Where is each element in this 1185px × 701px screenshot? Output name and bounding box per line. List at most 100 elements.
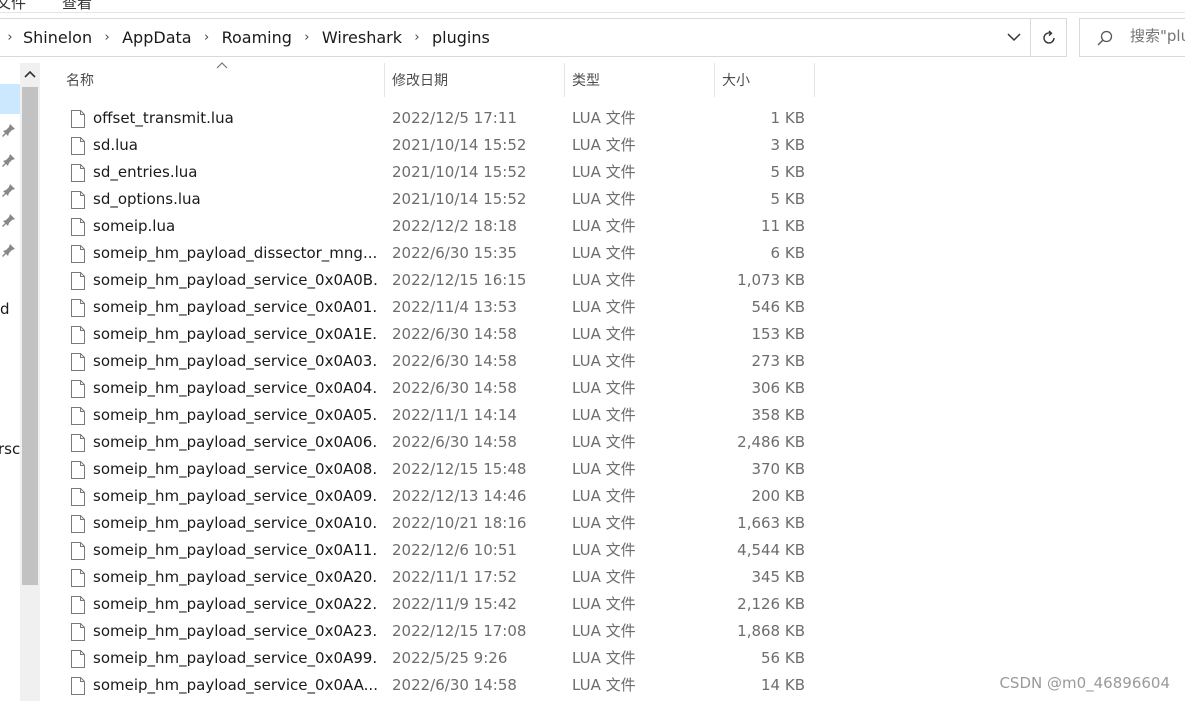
nav-selected-item[interactable]	[0, 84, 20, 114]
file-row[interactable]: someip_hm_payload_service_0x0A22... 2022/…	[60, 591, 820, 618]
file-modified-date: 2021/10/14 15:52	[392, 136, 527, 154]
file-row[interactable]: someip_hm_payload_service_0x0A23... 2022/…	[60, 618, 820, 645]
file-row[interactable]: someip_hm_payload_service_0x0A05... 2022/…	[60, 402, 820, 429]
address-history-button[interactable]	[998, 19, 1030, 56]
file-modified-date: 2022/12/15 17:08	[392, 622, 527, 640]
nav-item-label[interactable]: rsc	[0, 440, 20, 458]
watermark: CSDN @m0_46896604	[999, 674, 1170, 692]
refresh-button[interactable]	[1030, 19, 1066, 56]
menu-item-file[interactable]: 文件	[0, 0, 26, 12]
file-type: LUA 文件	[572, 217, 636, 235]
chevron-right-icon[interactable]: ›	[295, 19, 319, 56]
breadcrumb-item[interactable]: AppData	[119, 28, 194, 47]
chevron-down-icon	[1007, 33, 1021, 42]
column-divider[interactable]	[384, 63, 385, 97]
file-size: 1,868 KB	[737, 622, 805, 640]
breadcrumb-item[interactable]: Wireshark	[319, 28, 405, 47]
file-size: 6 KB	[770, 244, 805, 262]
scroll-thumb[interactable]	[22, 87, 38, 585]
file-row[interactable]: sd_entries.lua 2021/10/14 15:52 LUA 文件 5 KB	[60, 159, 820, 186]
file-modified-date: 2021/10/14 15:52	[392, 190, 527, 208]
file-row[interactable]: someip.lua 2022/12/2 18:18 LUA 文件 11 KB	[60, 213, 820, 240]
file-row[interactable]: someip_hm_payload_service_0x0A20... 2022/…	[60, 564, 820, 591]
column-header-name[interactable]: 名称	[66, 63, 384, 97]
column-divider[interactable]	[564, 63, 565, 97]
chevron-right-icon[interactable]: ›	[0, 19, 20, 56]
search-icon	[1097, 30, 1113, 46]
file-row[interactable]: someip_hm_payload_service_0x0A11... 2022/…	[60, 537, 820, 564]
file-row[interactable]: someip_hm_payload_service_0x0A04... 2022/…	[60, 375, 820, 402]
file-modified-date: 2022/5/25 9:26	[392, 649, 508, 667]
file-size: 14 KB	[761, 676, 805, 694]
pin-icon	[2, 184, 15, 197]
file-modified-date: 2022/6/30 15:35	[392, 244, 517, 262]
scroll-up-button[interactable]	[20, 63, 40, 85]
file-row[interactable]: someip_hm_payload_service_0x0A10... 2022/…	[60, 510, 820, 537]
file-name: someip_hm_payload_service_0x0AA...	[93, 676, 378, 694]
file-row[interactable]: offset_transmit.lua 2022/12/5 17:11 LUA 文件…	[60, 105, 820, 132]
file-name: someip_hm_payload_service_0x0A09...	[93, 487, 378, 505]
file-modified-date: 2022/6/30 14:58	[392, 379, 517, 397]
search-box[interactable]	[1079, 18, 1185, 57]
file-name: someip_hm_payload_service_0x0A0B...	[93, 271, 378, 289]
breadcrumb-item[interactable]: Roaming	[219, 28, 295, 47]
file-name: sd_options.lua	[93, 190, 201, 208]
pin-icon	[2, 154, 15, 167]
column-divider[interactable]	[714, 63, 715, 97]
breadcrumb-item[interactable]: Shinelon	[20, 28, 95, 47]
file-row[interactable]: someip_hm_payload_service_0x0A03... 2022/…	[60, 348, 820, 375]
file-row[interactable]: someip_hm_payload_dissector_mng.... 2022/…	[60, 240, 820, 267]
file-type: LUA 文件	[572, 541, 636, 559]
chevron-right-icon[interactable]: ›	[405, 19, 429, 56]
file-type: LUA 文件	[572, 676, 636, 694]
address-bar[interactable]: › Shinelon › AppData › Roaming › Wiresha…	[0, 18, 1067, 57]
file-icon	[71, 245, 85, 263]
chevron-right-icon[interactable]: ›	[95, 19, 119, 56]
file-size: 1,073 KB	[737, 271, 805, 289]
file-size: 5 KB	[770, 163, 805, 181]
file-row[interactable]: sd_options.lua 2021/10/14 15:52 LUA 文件 5 KB	[60, 186, 820, 213]
file-explorer-window: 文件 查看 › Shinelon › AppData › Roaming › W…	[0, 0, 1185, 701]
file-name: someip_hm_payload_service_0x0A23...	[93, 622, 378, 640]
file-size: 3 KB	[770, 136, 805, 154]
file-type: LUA 文件	[572, 298, 636, 316]
file-size: 306 KB	[751, 379, 805, 397]
nav-scrollbar[interactable]	[20, 63, 40, 701]
file-type: LUA 文件	[572, 109, 636, 127]
file-icon	[71, 407, 85, 425]
column-divider[interactable]	[814, 63, 815, 97]
breadcrumb-item[interactable]: plugins	[429, 28, 493, 47]
column-header-date[interactable]: 修改日期	[392, 63, 564, 97]
file-size: 358 KB	[751, 406, 805, 424]
menu-item-view[interactable]: 查看	[62, 0, 92, 12]
nav-item-label[interactable]: d	[0, 300, 10, 318]
file-modified-date: 2022/6/30 14:58	[392, 433, 517, 451]
file-row[interactable]: someip_hm_payload_service_0x0A0B... 2022/…	[60, 267, 820, 294]
search-input[interactable]	[1130, 27, 1185, 45]
file-icon	[71, 272, 85, 290]
file-size: 1,663 KB	[737, 514, 805, 532]
pin-icon	[2, 214, 15, 227]
file-row[interactable]: sd.lua 2021/10/14 15:52 LUA 文件 3 KB	[60, 132, 820, 159]
file-size: 11 KB	[761, 217, 805, 235]
file-type: LUA 文件	[572, 136, 636, 154]
file-size: 200 KB	[751, 487, 805, 505]
file-row[interactable]: someip_hm_payload_service_0x0A09... 2022/…	[60, 483, 820, 510]
file-name: someip_hm_payload_service_0x0A1E...	[93, 325, 378, 343]
file-type: LUA 文件	[572, 271, 636, 289]
file-row[interactable]: someip_hm_payload_service_0x0A1E... 2022/…	[60, 321, 820, 348]
file-row[interactable]: someip_hm_payload_service_0x0A99... 2022/…	[60, 645, 820, 672]
file-icon	[71, 380, 85, 398]
file-name: offset_transmit.lua	[93, 109, 234, 127]
file-row[interactable]: someip_hm_payload_service_0x0A01... 2022/…	[60, 294, 820, 321]
file-type: LUA 文件	[572, 595, 636, 613]
file-row[interactable]: someip_hm_payload_service_0x0AA... 2022/6…	[60, 672, 820, 699]
column-header-size[interactable]: 大小	[722, 63, 814, 97]
file-row[interactable]: someip_hm_payload_service_0x0A08... 2022/…	[60, 456, 820, 483]
column-header-type[interactable]: 类型	[572, 63, 714, 97]
file-icon	[71, 596, 85, 614]
file-icon	[71, 299, 85, 317]
chevron-right-icon[interactable]: ›	[195, 19, 219, 56]
file-row[interactable]: someip_hm_payload_service_0x0A06... 2022/…	[60, 429, 820, 456]
chevron-up-icon	[24, 70, 36, 78]
